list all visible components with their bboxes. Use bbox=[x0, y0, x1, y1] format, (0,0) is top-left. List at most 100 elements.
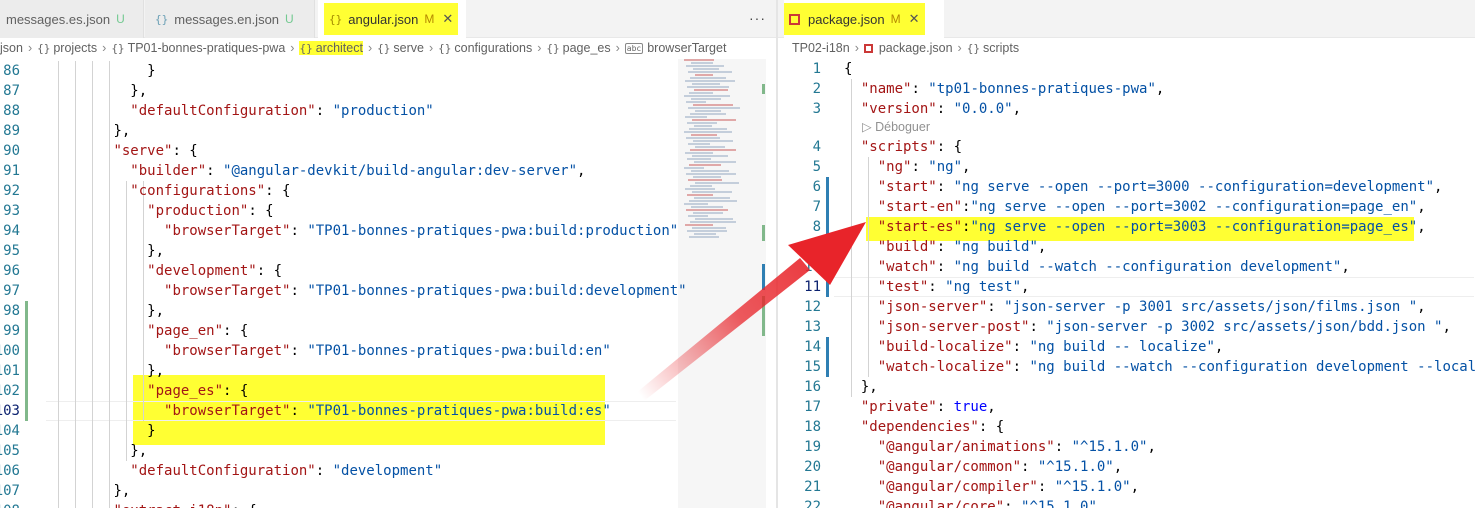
minimap-line bbox=[685, 80, 735, 82]
more-actions-icon[interactable]: ··· bbox=[749, 10, 766, 26]
line-number: 86 bbox=[3, 63, 20, 79]
json-string: "development" bbox=[332, 463, 443, 479]
breadcrumb-item[interactable]: {} TP01-bonnes-pratiques-pwa bbox=[111, 41, 285, 55]
breadcrumb-item[interactable]: {} configurations bbox=[438, 41, 532, 55]
tab-package-json[interactable]: package.json M ✕ bbox=[784, 0, 944, 38]
json-key: "development" bbox=[147, 263, 257, 279]
json-punctuation: : bbox=[1012, 339, 1030, 355]
chevron-right-icon: › bbox=[854, 41, 859, 55]
breadcrumb-item[interactable]: json bbox=[0, 41, 23, 55]
code-line: 2 "name": "tp01-bonnes-pratiques-pwa", bbox=[778, 79, 1475, 99]
code-text: "watch": "ng build --watch --configurati… bbox=[878, 257, 1350, 277]
code-line: 18 "dependencies": { bbox=[778, 417, 1475, 437]
code-line: 99 "page_en": { bbox=[0, 321, 776, 341]
line-number: 102 bbox=[0, 383, 20, 399]
code-line: 20 "@angular/common": "^15.1.0", bbox=[778, 457, 1475, 477]
code-text: }, bbox=[113, 481, 130, 501]
right-tab-bar: package.json M ✕ bbox=[778, 0, 1475, 38]
breadcrumb-item[interactable]: {} projects bbox=[37, 41, 97, 55]
line-number: 92 bbox=[3, 183, 20, 199]
json-string: "production" bbox=[332, 103, 434, 119]
code-editor[interactable]: 86} 87}, 88 "defaultConfiguration": "produc… bbox=[0, 61, 776, 508]
code-line: 90 "serve": { bbox=[0, 141, 776, 161]
tab-label: package.json bbox=[808, 11, 885, 27]
json-punctuation: , bbox=[1021, 279, 1030, 295]
play-icon: ▷ bbox=[862, 120, 876, 134]
code-text: "build-localize": "ng build -- localize"… bbox=[878, 337, 1224, 357]
json-punctuation: : bbox=[290, 343, 308, 359]
json-punctuation: : bbox=[936, 101, 954, 117]
code-text: "browserTarget": "TP01-bonnes-pratiques-… bbox=[164, 281, 687, 301]
tab-angular-json[interactable]: {} angular.json M ✕ bbox=[318, 0, 466, 38]
json-punctuation: : { bbox=[256, 263, 283, 279]
breadcrumb-item[interactable]: package.json bbox=[863, 41, 953, 55]
minimap-line bbox=[685, 188, 715, 190]
code-text: "name": "tp01-bonnes-pratiques-pwa", bbox=[861, 79, 1164, 99]
line-number: 4 bbox=[812, 139, 821, 155]
json-key: "production" bbox=[147, 203, 249, 219]
minimap-line bbox=[695, 110, 721, 112]
minimap-line bbox=[689, 164, 721, 166]
breadcrumb-item[interactable]: abc browserTarget bbox=[624, 41, 726, 55]
code-text: "build": "ng build", bbox=[878, 237, 1047, 257]
minimap-line bbox=[690, 149, 736, 151]
json-punctuation: } bbox=[147, 63, 156, 79]
line-number: 14 bbox=[804, 339, 821, 355]
line-number: 91 bbox=[3, 163, 20, 179]
close-icon[interactable]: ✕ bbox=[909, 11, 920, 27]
code-line: 6 "start": "ng serve --open --port=3000 -… bbox=[778, 177, 1475, 197]
minimap-line bbox=[693, 212, 723, 214]
left-tab-bar: messages.es.json U {} messages.en.json U… bbox=[0, 0, 776, 38]
json-key: "defaultConfiguration" bbox=[130, 103, 316, 119]
minimap-line bbox=[688, 179, 722, 181]
scrollbar-change-marker bbox=[762, 225, 765, 241]
line-number: 18 bbox=[804, 419, 821, 435]
modified-badge: M bbox=[890, 12, 901, 26]
breadcrumb-item[interactable]: {} architect bbox=[299, 41, 363, 55]
minimap-line bbox=[684, 95, 730, 97]
json-punctuation: , bbox=[1012, 101, 1022, 117]
tab-highlight: {} angular.json M ✕ bbox=[324, 3, 459, 35]
breadcrumb-item[interactable]: {} page_es bbox=[546, 41, 610, 55]
code-line: 8 "start-es":"ng serve --open --port=3003… bbox=[778, 217, 1475, 237]
code-line: 103 "browserTarget": "TP01-bonnes-pratiqu… bbox=[0, 401, 776, 421]
minimap-line bbox=[687, 194, 713, 196]
minimap-line bbox=[692, 119, 736, 121]
code-text: "page_en": { bbox=[147, 321, 248, 341]
json-punctuation: : bbox=[1054, 439, 1072, 455]
json-string: "tp01-bonnes-pratiques-pwa" bbox=[928, 81, 1156, 97]
json-key: "scripts" bbox=[860, 139, 937, 155]
code-line: 1{ bbox=[778, 59, 1475, 79]
untracked-badge: U bbox=[285, 12, 294, 26]
json-string: "@angular-devkit/build-angular:dev-serve… bbox=[223, 163, 578, 179]
minimap[interactable] bbox=[684, 59, 762, 329]
code-line: 107}, bbox=[0, 481, 776, 501]
breadcrumb-item[interactable]: {} scripts bbox=[967, 41, 1019, 55]
debug-codelens[interactable]: ▷ Déboguer bbox=[862, 119, 930, 134]
minimap-line bbox=[694, 89, 728, 91]
json-punctuation: : bbox=[936, 179, 954, 195]
line-number: 108 bbox=[0, 501, 20, 508]
code-editor[interactable]: 1{2 "name": "tp01-bonnes-pratiques-pwa", 3… bbox=[778, 59, 1475, 508]
json-key: "build-localize" bbox=[877, 339, 1013, 355]
json-punctuation: , bbox=[962, 159, 971, 175]
code-text: }, bbox=[113, 121, 130, 141]
code-line: 97 "browserTarget": "TP01-bonnes-pratique… bbox=[0, 281, 776, 301]
breadcrumb-item[interactable]: {} serve bbox=[377, 41, 424, 55]
code-line: 19 "@angular/animations": "^15.1.0", bbox=[778, 437, 1475, 457]
line-number: 2 bbox=[812, 81, 821, 97]
close-icon[interactable]: ✕ bbox=[442, 11, 453, 27]
code-line: 86} bbox=[0, 61, 776, 81]
code-text: "extract-i18n": { bbox=[113, 501, 256, 508]
json-punctuation: : bbox=[206, 163, 224, 179]
json-key: "start" bbox=[877, 179, 937, 195]
line-number: 107 bbox=[0, 483, 20, 499]
json-punctuation: , bbox=[1341, 259, 1350, 275]
json-punctuation: : bbox=[290, 403, 308, 419]
minimap-line bbox=[694, 197, 730, 199]
breadcrumb-item[interactable]: TP02-i18n bbox=[792, 41, 850, 55]
json-punctuation: , bbox=[1434, 179, 1443, 195]
tab-messages-es[interactable]: messages.es.json U bbox=[0, 0, 144, 38]
minimap-line bbox=[689, 92, 713, 94]
tab-messages-en[interactable]: {} messages.en.json U bbox=[145, 0, 315, 38]
